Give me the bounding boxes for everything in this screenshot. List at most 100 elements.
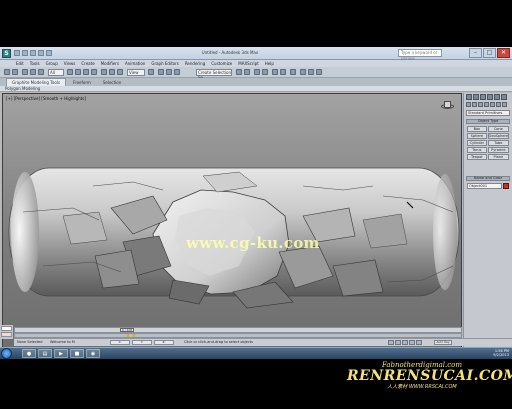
unlink-icon[interactable] xyxy=(30,69,36,75)
new-file-icon[interactable] xyxy=(14,50,20,56)
player-taskbar-icon[interactable]: ▶ xyxy=(54,349,68,358)
next-frame-icon[interactable] xyxy=(409,340,415,345)
mirror-icon[interactable] xyxy=(236,69,242,75)
snap-toggle-icon[interactable] xyxy=(158,69,164,75)
x-coordinate-field[interactable]: X: xyxy=(110,340,130,345)
box-button[interactable]: Box xyxy=(467,126,487,132)
menu-help[interactable]: Help xyxy=(265,61,274,66)
keyframe-marker[interactable] xyxy=(127,334,129,337)
torus-button[interactable]: Torus xyxy=(467,147,487,153)
maxscript-output[interactable] xyxy=(1,332,12,337)
go-to-end-icon[interactable] xyxy=(416,340,422,345)
reference-coord-dropdown[interactable]: View xyxy=(127,69,145,76)
helpers-icon[interactable] xyxy=(490,102,495,107)
angle-snap-icon[interactable] xyxy=(166,69,172,75)
menu-create[interactable]: Create xyxy=(81,61,94,66)
tab-freeform[interactable]: Freeform xyxy=(68,79,96,86)
lights-icon[interactable] xyxy=(478,102,483,107)
space-warps-icon[interactable] xyxy=(496,102,501,107)
window-crossing-icon[interactable] xyxy=(91,69,97,75)
menu-modifiers[interactable]: Modifiers xyxy=(101,61,119,66)
move-icon[interactable] xyxy=(101,69,107,75)
named-selection-dropdown[interactable]: Create Selection Se xyxy=(196,69,232,80)
menu-group[interactable]: Group xyxy=(46,61,58,66)
systems-icon[interactable] xyxy=(502,102,507,107)
cone-button[interactable]: Cone xyxy=(487,126,509,132)
system-tray-clock[interactable]: 1:56 PM 9/2/2013 xyxy=(493,349,509,357)
menu-maxscript[interactable]: MAXScript xyxy=(238,61,259,66)
link-icon[interactable] xyxy=(22,69,28,75)
keyframe-marker[interactable] xyxy=(133,334,135,337)
play-icon[interactable] xyxy=(402,340,408,345)
menu-graph-editors[interactable]: Graph Editors xyxy=(151,61,178,66)
undo-icon[interactable] xyxy=(38,50,44,56)
geometry-icon[interactable] xyxy=(466,102,471,107)
select-object-icon[interactable] xyxy=(67,69,73,75)
menu-rendering[interactable]: Rendering xyxy=(185,61,205,66)
menu-edit[interactable]: Edit xyxy=(16,61,24,66)
close-button[interactable]: ✕ xyxy=(497,48,510,58)
sphere-button[interactable]: Sphere xyxy=(467,133,487,139)
plane-button[interactable]: Plane xyxy=(487,154,509,160)
align-icon[interactable] xyxy=(244,69,250,75)
menu-customize[interactable]: Customize xyxy=(211,61,232,66)
time-slider-handle[interactable]: 0 / 100 xyxy=(120,328,134,332)
z-coordinate-field[interactable]: Z: xyxy=(154,340,174,345)
name-and-color-rollout[interactable]: Name and Color xyxy=(466,176,510,181)
tab-selection[interactable]: Selection xyxy=(98,79,126,86)
maxscript-input[interactable] xyxy=(1,326,12,331)
maximize-button[interactable]: □ xyxy=(483,48,496,58)
minimize-button[interactable]: – xyxy=(469,48,482,58)
viewcube[interactable] xyxy=(441,99,454,111)
browser-taskbar-icon[interactable]: ● xyxy=(22,349,36,358)
pivot-icon[interactable] xyxy=(148,69,154,75)
hierarchy-tab-icon[interactable] xyxy=(480,94,486,100)
render-icon[interactable] xyxy=(316,69,322,75)
auto-key-button[interactable]: Auto Key xyxy=(434,340,452,345)
layer-manager-icon[interactable] xyxy=(254,69,260,75)
graphite-toggle-icon[interactable] xyxy=(262,69,268,75)
viewport-label[interactable]: [+] [Perspective] [Smooth + Highlights] xyxy=(6,96,86,101)
menu-views[interactable]: Views xyxy=(64,61,76,66)
geosphere-button[interactable]: GeoSphere xyxy=(487,133,509,139)
create-tab-icon[interactable] xyxy=(466,94,472,100)
rotate-icon[interactable] xyxy=(109,69,115,75)
object-color-swatch[interactable] xyxy=(503,183,509,189)
curve-editor-icon[interactable] xyxy=(272,69,278,75)
motion-tab-icon[interactable] xyxy=(487,94,493,100)
utilities-tab-icon[interactable] xyxy=(501,94,507,100)
scale-icon[interactable] xyxy=(117,69,123,75)
start-button[interactable] xyxy=(1,348,12,359)
shapes-icon[interactable] xyxy=(472,102,477,107)
primitive-category-dropdown[interactable]: Standard Primitives xyxy=(466,110,510,116)
modify-tab-icon[interactable] xyxy=(473,94,479,100)
select-by-name-icon[interactable] xyxy=(75,69,81,75)
perspective-viewport[interactable]: [+] [Perspective] [Smooth + Highlights] xyxy=(2,93,462,359)
search-input[interactable]: Type a keyword or phrase xyxy=(398,49,442,61)
object-name-field[interactable]: Object001 xyxy=(467,183,502,189)
go-to-start-icon[interactable] xyxy=(388,340,394,345)
render-setup-icon[interactable] xyxy=(300,69,306,75)
display-tab-icon[interactable] xyxy=(494,94,500,100)
tube-button[interactable]: Tube xyxy=(487,140,509,146)
bind-space-warp-icon[interactable] xyxy=(38,69,44,75)
schematic-view-icon[interactable] xyxy=(280,69,286,75)
open-file-icon[interactable] xyxy=(22,50,28,56)
previous-frame-icon[interactable] xyxy=(395,340,401,345)
material-editor-icon[interactable] xyxy=(290,69,296,75)
3dsmax-taskbar-icon[interactable]: ■ xyxy=(70,349,84,358)
cameras-icon[interactable] xyxy=(484,102,489,107)
menu-animation[interactable]: Animation xyxy=(125,61,145,66)
undo-icon[interactable] xyxy=(4,69,10,75)
polygon-modeling-label[interactable]: Polygon Modeling xyxy=(5,86,40,92)
cylinder-button[interactable]: Cylinder xyxy=(467,140,487,146)
teapot-button[interactable]: Teapot xyxy=(467,154,487,160)
selection-filter-dropdown[interactable]: All xyxy=(48,69,64,76)
recorder-taskbar-icon[interactable]: ◉ xyxy=(86,349,100,358)
redo-icon[interactable] xyxy=(12,69,18,75)
save-file-icon[interactable] xyxy=(30,50,36,56)
rectangle-selection-icon[interactable] xyxy=(83,69,89,75)
percent-snap-icon[interactable] xyxy=(174,69,180,75)
explorer-taskbar-icon[interactable]: ▤ xyxy=(38,349,52,358)
app-logo[interactable]: S xyxy=(2,49,11,58)
